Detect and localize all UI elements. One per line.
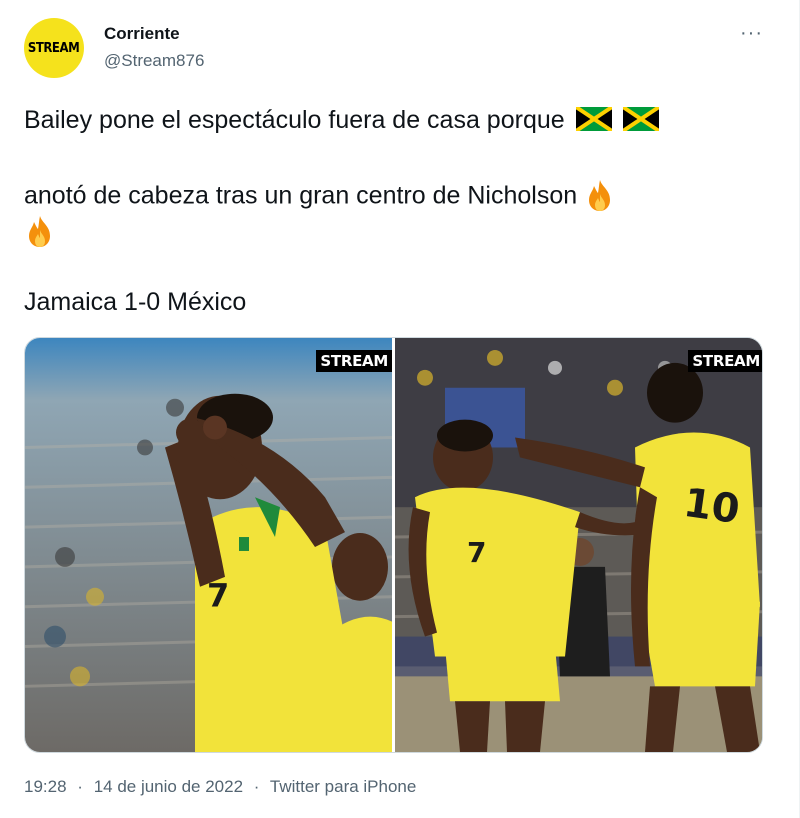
more-icon[interactable]: ···	[740, 22, 763, 45]
tweet-source[interactable]: Twitter para iPhone	[270, 777, 416, 796]
tweet-time[interactable]: 19:28	[24, 777, 67, 796]
tweet-text-line: Bailey pone el espectáculo fuera de casa…	[24, 106, 659, 135]
tweet-text: Jamaica 1-0 México	[24, 288, 247, 316]
tweet-text-line: Jamaica 1-0 México	[24, 288, 246, 317]
watermark-logo: STREAM	[316, 350, 392, 372]
jamaica-flag-emoji	[575, 107, 612, 132]
media-grid: 7 STREAM 7 10 STREAM	[24, 337, 763, 753]
svg-text:7: 7	[467, 536, 486, 569]
svg-text:10: 10	[681, 480, 743, 533]
tweet-text: anotó de cabeza tras un gran centro de N…	[24, 181, 578, 210]
tweet-date[interactable]: 14 de junio de 2022	[94, 777, 243, 796]
fire-emoji	[589, 180, 611, 211]
meta-separator: ·	[253, 777, 260, 796]
photo-player-celebrating[interactable]: 7 STREAM	[25, 338, 392, 752]
jamaica-flag-emoji	[622, 107, 659, 132]
meta-separator: ·	[77, 777, 83, 796]
avatar-logo-text: STREAM	[28, 40, 80, 56]
photo-players-celebrating[interactable]: 7 10 STREAM	[395, 338, 762, 752]
tweet-text-line	[24, 216, 56, 250]
tweet-text: Bailey pone el espectáculo fuera de casa…	[24, 106, 565, 134]
avatar[interactable]: STREAM	[24, 18, 84, 78]
players-photo-illustration: 7 10	[395, 338, 762, 752]
tweet-text-line: anotó de cabeza tras un gran centro de N…	[24, 180, 616, 214]
author-display-name[interactable]: Corriente	[104, 24, 180, 44]
tweet-card: STREAM Corriente @Stream876 ··· Bailey p…	[0, 0, 800, 818]
fire-emoji	[29, 216, 50, 247]
watermark-logo: STREAM	[688, 350, 762, 372]
author-handle[interactable]: @Stream876	[104, 51, 204, 71]
player-photo-illustration: 7	[25, 338, 392, 752]
tweet-meta: 19:28 · 14 de junio de 2022 · Twitter pa…	[24, 777, 416, 797]
